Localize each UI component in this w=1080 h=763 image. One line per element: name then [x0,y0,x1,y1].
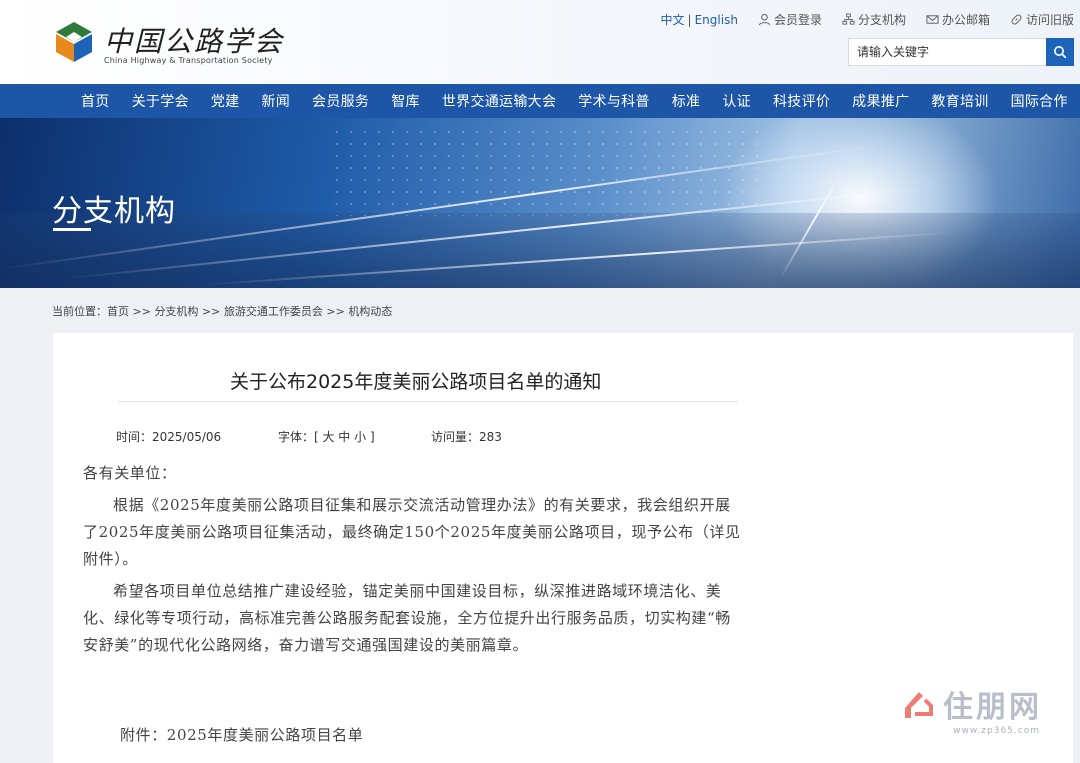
banner-title: 分支机构 [52,194,176,229]
old-version-link[interactable]: 访问旧版 [1010,11,1074,28]
watermark-logo: 住朋网 [901,682,1042,726]
lang-separator: | [687,12,692,27]
search-box [848,38,1074,66]
user-icon [758,13,771,25]
nav-item-news[interactable]: 新闻 [261,91,290,111]
breadcrumb-prefix: 当前位置： [52,305,107,318]
article-salutation: 各有关单位： [83,464,177,482]
watermark-url: www.zp365.com [953,726,1040,736]
member-login-link[interactable]: 会员登录 [758,11,822,28]
breadcrumb-item-home[interactable]: 首页 [107,305,129,318]
site-header: 中国公路学会 China Highway & Transportation So… [0,0,1080,84]
search-icon [1054,46,1067,59]
nav-item-world-transport-congress[interactable]: 世界交通运输大会 [442,91,556,111]
nav-item-education[interactable]: 教育培训 [931,91,988,111]
breadcrumb-item-branch[interactable]: 分支机构 [154,305,198,318]
article-date: 时间：2025/05/06 [116,430,222,444]
banner-title-underline [53,228,91,231]
language-switch: 中文 | English [661,11,738,28]
nav-item-academic[interactable]: 学术与科普 [578,91,650,111]
article-body: 各有关单位： 根据《2025年度美丽公路项目征集和展示交流活动管理办法》的有关要… [83,460,743,659]
top-links: 中文 | English 会员登录 分支机构 办公邮箱 访问旧版 [661,10,1074,28]
breadcrumb-item-committee[interactable]: 旅游交通工作委员会 [224,305,323,318]
watermark-house-icon [905,692,933,718]
member-login-label: 会员登录 [773,12,822,27]
branch-org-label: 分支机构 [857,12,906,27]
nav-item-achievements[interactable]: 成果推广 [852,91,909,111]
nav-item-think-tank[interactable]: 智库 [391,91,420,111]
page-banner: 分支机构 [0,118,1080,288]
nav-item-party[interactable]: 党建 [211,91,240,111]
link-icon [1011,14,1022,24]
view-count: 访问量：283 [431,430,502,444]
old-version-label: 访问旧版 [1025,12,1074,27]
lang-english-link[interactable]: English [695,13,738,27]
article-paragraph: 希望各项目单位总结推广建设经验，锚定美丽中国建设目标，纵深推进路域环境洁化、美化… [83,582,731,654]
breadcrumb-separator: >> [198,305,224,318]
office-mail-label: 办公邮箱 [941,12,990,27]
article-paragraph: 根据《2025年度美丽公路项目征集和展示交流活动管理办法》的有关要求，我会组织开… [83,496,741,568]
nav-item-certification[interactable]: 认证 [722,91,751,111]
search-input[interactable] [848,38,1046,66]
article-title: 关于公布2025年度美丽公路项目名单的通知 [230,371,602,393]
logo-english-name: China Highway & Transportation Society [104,56,273,65]
search-button[interactable] [1046,38,1074,66]
breadcrumb-item-news[interactable]: 机构动态 [348,305,392,318]
font-size-switch[interactable]: 字体：[ 大 中 小 ] [278,428,375,445]
attachment-link[interactable]: 附件：2025年度美丽公路项目名单 [120,724,363,745]
branch-org-link[interactable]: 分支机构 [842,11,906,28]
office-mail-link[interactable]: 办公邮箱 [926,11,990,28]
main-nav: 首页 关于学会 党建 新闻 会员服务 智库 世界交通运输大会 学术与科普 标准 … [0,84,1080,118]
lang-chinese-link[interactable]: 中文 [661,13,685,27]
nav-item-standards[interactable]: 标准 [672,91,701,111]
breadcrumb-separator: >> [129,305,155,318]
mail-icon [926,14,939,24]
logo-chinese-name: 中国公路学会 [104,25,285,58]
site-logo[interactable]: 中国公路学会 China Highway & Transportation So… [52,18,282,70]
org-icon [842,12,855,25]
breadcrumb: 当前位置：首页 >> 分支机构 >> 旅游交通工作委员会 >> 机构动态 [52,303,392,319]
watermark-text: 住朋网 [943,690,1042,725]
nav-item-tech-evaluation[interactable]: 科技评价 [773,91,830,111]
nav-item-home[interactable]: 首页 [81,91,110,111]
logo-mark-icon [56,22,92,62]
nav-item-member-services[interactable]: 会员服务 [312,91,369,111]
title-divider [118,401,738,402]
breadcrumb-separator: >> [322,305,349,318]
nav-item-international[interactable]: 国际合作 [1011,91,1068,111]
nav-item-about[interactable]: 关于学会 [132,91,189,111]
